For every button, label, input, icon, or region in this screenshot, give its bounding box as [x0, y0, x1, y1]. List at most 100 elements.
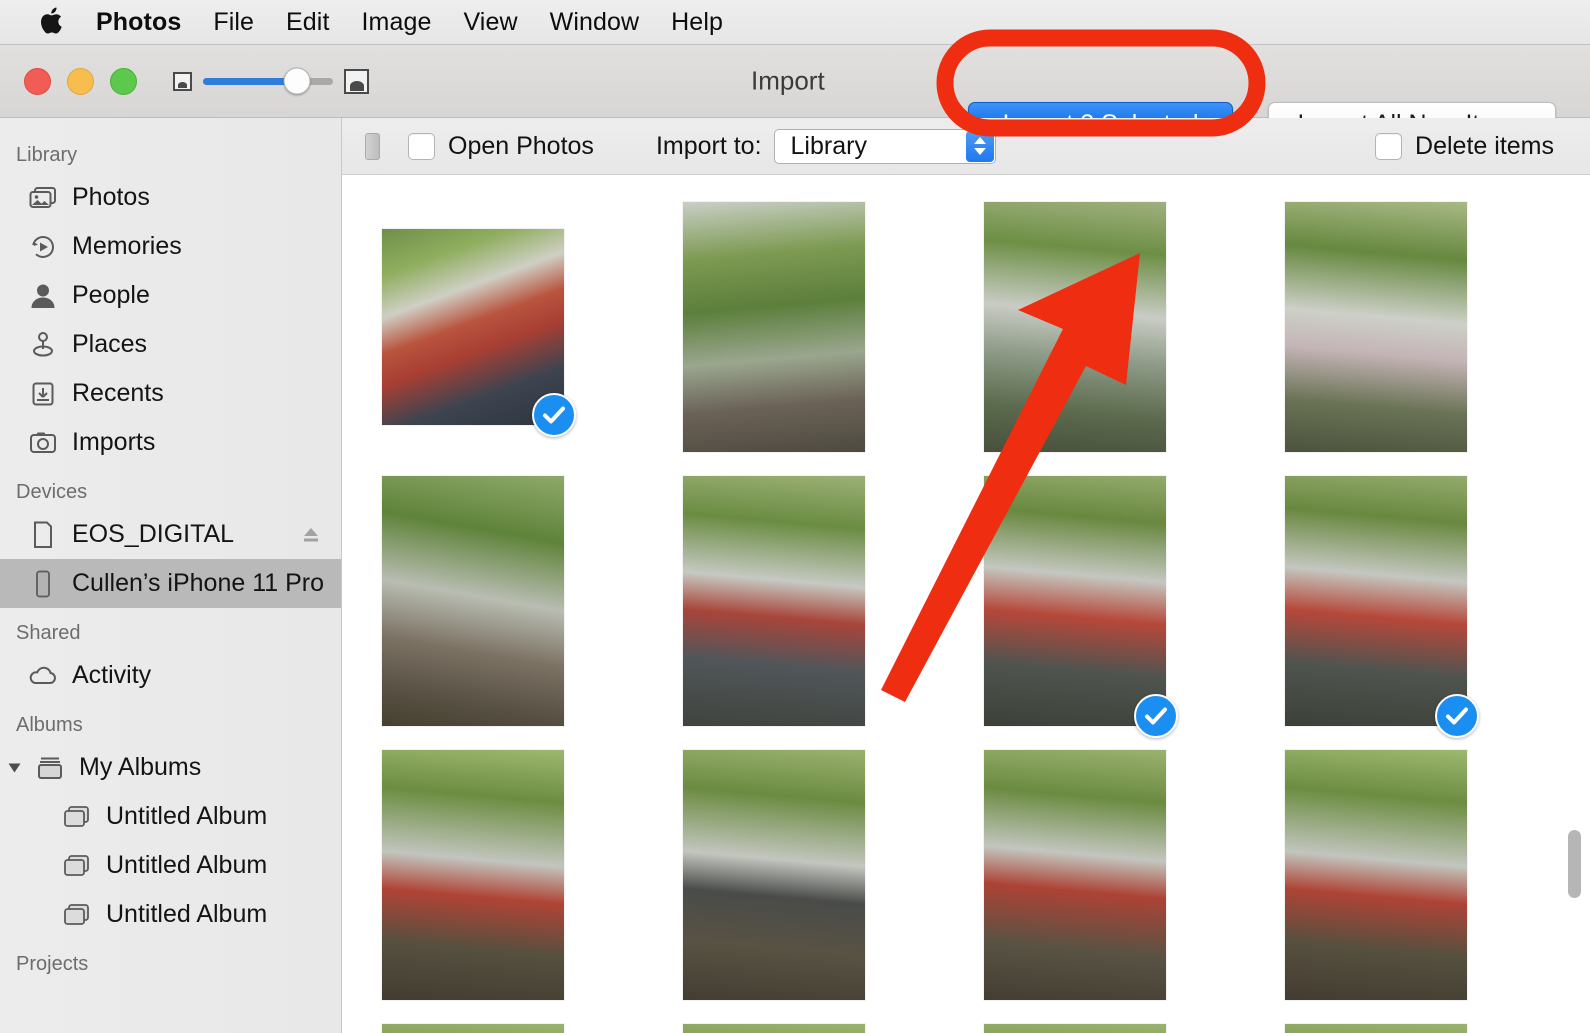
photo-image: [1285, 476, 1467, 726]
sidebar-item-eos-digital[interactable]: EOS_DIGITAL: [0, 510, 341, 559]
sidebar-item-people[interactable]: People: [0, 271, 341, 320]
sidebar-item-places[interactable]: Places: [0, 320, 341, 369]
vertical-scrollbar[interactable]: [1568, 175, 1584, 1033]
photo-image: [382, 476, 564, 726]
selected-checkmark-icon[interactable]: [532, 393, 576, 437]
sidebar-item-label: Untitled Album: [106, 851, 268, 879]
chevron-down-icon[interactable]: [8, 763, 21, 772]
import-options-bar: Open Photos Import to: Library Delete it…: [342, 118, 1590, 175]
import-to-label: Import to:: [655, 131, 762, 160]
sidebar-section-devices: Devices: [16, 481, 88, 503]
photo-image: [683, 1024, 865, 1033]
delete-items-label: Delete items: [1415, 131, 1554, 160]
screen: Photos File Edit Image View Window Help: [0, 0, 1590, 1033]
photo-thumbnail[interactable]: [1285, 202, 1467, 452]
camera-icon: [28, 428, 58, 458]
sidebar-item-memories[interactable]: Memories: [0, 222, 341, 271]
sidebar-item-untitled-album[interactable]: Untitled Album: [0, 890, 341, 939]
sidebar-item-activity[interactable]: Activity: [0, 651, 341, 700]
photo-image: [1285, 202, 1467, 452]
sidebar-item-imports[interactable]: Imports: [0, 418, 341, 467]
photo-image: [1285, 1024, 1467, 1033]
menu-file[interactable]: File: [197, 8, 270, 37]
scrollbar-thumb[interactable]: [1568, 830, 1581, 898]
photo-thumbnail[interactable]: [382, 229, 576, 437]
import-to-group: Import to: Library: [655, 128, 996, 164]
selected-checkmark-icon[interactable]: [1435, 694, 1479, 738]
photo-thumbnail[interactable]: [984, 202, 1166, 452]
large-thumbnail-icon: [344, 68, 369, 94]
album-icon: [62, 851, 92, 881]
album-folder-icon: [35, 753, 65, 783]
sidebar-item-label: Places: [72, 330, 148, 358]
sidebar-item-cullens-iphone-11-pro[interactable]: Cullen’s iPhone 11 Pro: [0, 559, 341, 608]
maximize-button[interactable]: [110, 67, 137, 95]
open-photos-option[interactable]: Open Photos: [408, 132, 594, 161]
photo-thumbnail[interactable]: [683, 750, 865, 1000]
menu-edit[interactable]: Edit: [270, 8, 345, 37]
photo-thumbnail[interactable]: [1285, 476, 1479, 738]
sidebar-item-label: Memories: [72, 232, 182, 260]
sidebar-item-my-albums[interactable]: My Albums: [0, 743, 341, 792]
photo-grid[interactable]: [342, 175, 1590, 1033]
minimize-button[interactable]: [67, 67, 94, 95]
sidebar-item-untitled-album[interactable]: Untitled Album: [0, 841, 341, 890]
close-button[interactable]: [24, 67, 51, 95]
sidebar-item-label: Untitled Album: [106, 900, 268, 928]
photos-window: Import Import 3 Selected Import All New …: [0, 44, 1590, 1033]
photo-image: [683, 476, 865, 726]
download-tray-icon: [28, 379, 58, 409]
menu-window[interactable]: Window: [534, 8, 656, 37]
iphone-icon: [28, 569, 58, 599]
menu-photos[interactable]: Photos: [80, 8, 197, 37]
window-body: Library Photos Memories People Places Re…: [0, 118, 1590, 1033]
photo-image: [683, 750, 865, 1000]
menu-view[interactable]: View: [447, 8, 533, 37]
slider-track[interactable]: [203, 67, 333, 95]
photo-image: [683, 202, 865, 452]
import-to-select[interactable]: Library: [773, 128, 996, 164]
main-content: Open Photos Import to: Library Delete it…: [342, 118, 1590, 1033]
photo-thumbnail[interactable]: [683, 202, 865, 452]
sidebar-item-label: My Albums: [79, 753, 202, 781]
slider-knob[interactable]: [283, 67, 311, 95]
photo-image: [1285, 750, 1467, 1000]
sidebar-item-photos[interactable]: Photos: [0, 173, 341, 222]
menu-image[interactable]: Image: [346, 8, 448, 37]
photo-thumbnail[interactable]: [683, 476, 865, 726]
sidebar-item-label: Activity: [72, 661, 152, 689]
chevron-up-icon: [973, 137, 986, 144]
window-titlebar: Import Import 3 Selected Import All New …: [0, 45, 1590, 146]
traffic-lights: [24, 67, 137, 95]
window-title: Import: [751, 65, 825, 96]
photo-thumbnail[interactable]: [683, 1024, 865, 1033]
apple-logo-icon[interactable]: [36, 6, 66, 38]
photo-thumbnail[interactable]: [382, 1024, 564, 1033]
open-photos-checkbox[interactable]: [408, 132, 435, 160]
sidebar-section-library: Library: [16, 144, 78, 166]
photo-image: [382, 1024, 564, 1033]
thumbnail-size-slider[interactable]: [173, 67, 369, 95]
import-to-stepper[interactable]: [965, 130, 994, 162]
photo-thumbnail[interactable]: [1285, 1024, 1467, 1033]
sidebar-item-recents[interactable]: Recents: [0, 369, 341, 418]
map-pin-icon: [28, 330, 58, 360]
photo-image: [984, 202, 1166, 452]
sidebar-section-projects: Projects: [16, 953, 89, 975]
photo-thumbnail[interactable]: [984, 750, 1166, 1000]
album-icon: [62, 802, 92, 832]
chevron-down-icon: [973, 148, 986, 155]
eject-icon[interactable]: [301, 525, 321, 545]
delete-items-option[interactable]: Delete items: [1375, 132, 1554, 161]
menu-help[interactable]: Help: [655, 8, 739, 37]
sidebar-item-label: Imports: [72, 428, 156, 456]
photo-thumbnail[interactable]: [1285, 750, 1467, 1000]
photo-thumbnail[interactable]: [984, 476, 1178, 738]
selected-checkmark-icon[interactable]: [1134, 694, 1178, 738]
sidebar-item-untitled-album[interactable]: Untitled Album: [0, 792, 341, 841]
photo-thumbnail[interactable]: [984, 1024, 1166, 1033]
delete-items-checkbox[interactable]: [1375, 132, 1403, 160]
photo-thumbnail[interactable]: [382, 476, 564, 726]
open-photos-label: Open Photos: [448, 131, 594, 160]
photo-thumbnail[interactable]: [382, 750, 564, 1000]
